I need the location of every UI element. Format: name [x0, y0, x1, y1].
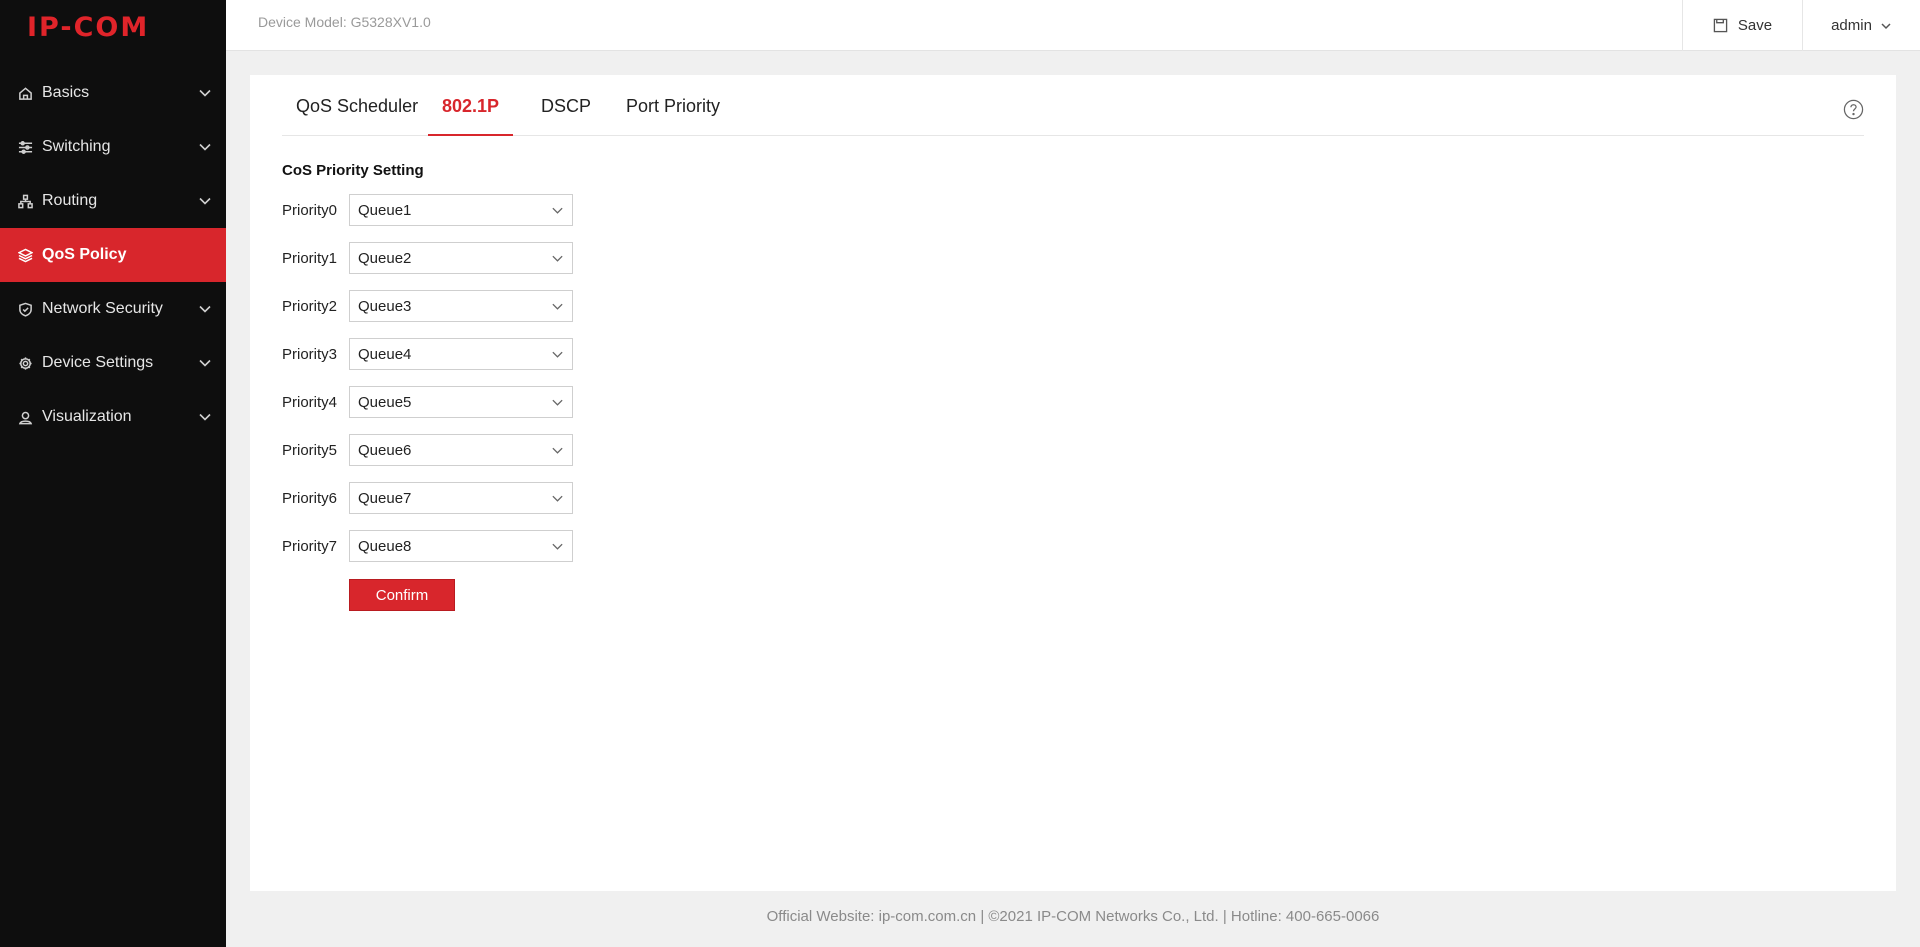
- select-value: Queue8: [358, 537, 412, 555]
- sidebar-item-visualization[interactable]: Visualization: [0, 390, 226, 444]
- home-icon: [17, 85, 33, 101]
- priority-label: Priority3: [282, 345, 338, 363]
- sidebar-item-routing[interactable]: Routing: [0, 174, 226, 228]
- priority-label: Priority1: [282, 249, 338, 267]
- chevron-down-icon: [198, 140, 212, 154]
- save-icon: [1713, 18, 1728, 33]
- sliders-icon: [17, 139, 33, 155]
- save-button[interactable]: Save: [1682, 0, 1802, 51]
- help-icon[interactable]: [1843, 99, 1864, 120]
- shield-icon: [17, 301, 33, 317]
- tab-dscp[interactable]: DSCP: [527, 96, 605, 136]
- priority2-select[interactable]: Queue3: [349, 290, 573, 322]
- chevron-down-icon: [552, 495, 563, 502]
- confirm-button[interactable]: Confirm: [349, 579, 455, 611]
- sidebar-item-switching[interactable]: Switching: [0, 120, 226, 174]
- priority-row: Priority4 Queue5: [282, 386, 573, 418]
- priority-row: Priority2 Queue3: [282, 290, 573, 322]
- chevron-down-icon: [1881, 22, 1891, 29]
- sidebar-item-label: QoS Policy: [42, 246, 127, 263]
- layers-icon: [17, 247, 33, 263]
- chevron-down-icon: [198, 356, 212, 370]
- sidebar-item-network-security[interactable]: Network Security: [0, 282, 226, 336]
- select-value: Queue4: [358, 345, 412, 363]
- priority-row: Priority5 Queue6: [282, 434, 573, 466]
- save-label: Save: [1737, 17, 1773, 34]
- top-bar: Device Model: G5328XV1.0 Save admin: [226, 0, 1920, 51]
- chevron-down-icon: [552, 399, 563, 406]
- priority-label: Priority0: [282, 201, 338, 219]
- chevron-down-icon: [552, 255, 563, 262]
- priority6-select[interactable]: Queue7: [349, 482, 573, 514]
- select-value: Queue6: [358, 441, 412, 459]
- chevron-down-icon: [552, 303, 563, 310]
- logo-text: IP-COM: [27, 11, 150, 43]
- sidebar-item-label: Routing: [42, 192, 98, 209]
- select-value: Queue3: [358, 297, 412, 315]
- chevron-down-icon: [552, 447, 563, 454]
- chevron-down-icon: [198, 302, 212, 316]
- chevron-down-icon: [198, 194, 212, 208]
- priority4-select[interactable]: Queue5: [349, 386, 573, 418]
- chevron-down-icon: [552, 207, 563, 214]
- footer: Official Website: ip-com.com.cn | ©2021 …: [766, 908, 1380, 925]
- priority5-select[interactable]: Queue6: [349, 434, 573, 466]
- priority-row: Priority1 Queue2: [282, 242, 573, 274]
- priority-label: Priority6: [282, 489, 338, 507]
- sidebar-item-label: Device Settings: [42, 354, 154, 371]
- priority7-select[interactable]: Queue8: [349, 530, 573, 562]
- select-value: Queue7: [358, 489, 412, 507]
- priority0-select[interactable]: Queue1: [349, 194, 573, 226]
- network-icon: [17, 193, 33, 209]
- priority1-select[interactable]: Queue2: [349, 242, 573, 274]
- select-value: Queue1: [358, 201, 412, 219]
- priority-row: Priority6 Queue7: [282, 482, 573, 514]
- priority-row: Priority0 Queue1: [282, 194, 573, 226]
- sidebar-item-label: Switching: [42, 138, 111, 155]
- chevron-down-icon: [198, 410, 212, 424]
- user-label: admin: [1831, 17, 1872, 34]
- device-model: Device Model: G5328XV1.0: [258, 14, 431, 30]
- priority-label: Priority4: [282, 393, 338, 411]
- content-panel: QoS Scheduler 802.1P DSCP Port Priority …: [250, 75, 1896, 891]
- priority-row: Priority3 Queue4: [282, 338, 573, 370]
- user-icon: [17, 409, 33, 425]
- chevron-down-icon: [552, 351, 563, 358]
- priority-label: Priority5: [282, 441, 338, 459]
- logo: IP-COM: [0, 0, 226, 54]
- tab-qos-scheduler[interactable]: QoS Scheduler: [282, 96, 432, 136]
- sidebar-item-qos-policy[interactable]: QoS Policy: [0, 228, 226, 282]
- tab-802-1p[interactable]: 802.1P: [428, 96, 514, 136]
- select-value: Queue5: [358, 393, 412, 411]
- sidebar-item-basics[interactable]: Basics: [0, 66, 226, 120]
- chevron-down-icon: [552, 543, 563, 550]
- sidebar-item-label: Network Security: [42, 300, 163, 317]
- chevron-down-icon: [198, 86, 212, 100]
- sidebar-item-label: Basics: [42, 84, 90, 101]
- sidebar-nav: Basics Switching Routing QoS Policy Netw…: [0, 66, 226, 444]
- sidebar-item-label: Visualization: [42, 408, 132, 425]
- priority-label: Priority7: [282, 537, 338, 555]
- tab-bar: QoS Scheduler 802.1P DSCP Port Priority: [282, 75, 1864, 136]
- priority-label: Priority2: [282, 297, 338, 315]
- sidebar: IP-COM Basics Switching Routing QoS Poli…: [0, 0, 226, 947]
- select-value: Queue2: [358, 249, 412, 267]
- gear-icon: [17, 355, 33, 371]
- tab-port-priority[interactable]: Port Priority: [612, 96, 734, 136]
- priority3-select[interactable]: Queue4: [349, 338, 573, 370]
- user-menu[interactable]: admin: [1802, 0, 1920, 51]
- sidebar-item-device-settings[interactable]: Device Settings: [0, 336, 226, 390]
- section-title: CoS Priority Setting: [282, 162, 424, 179]
- priority-row: Priority7 Queue8: [282, 530, 573, 562]
